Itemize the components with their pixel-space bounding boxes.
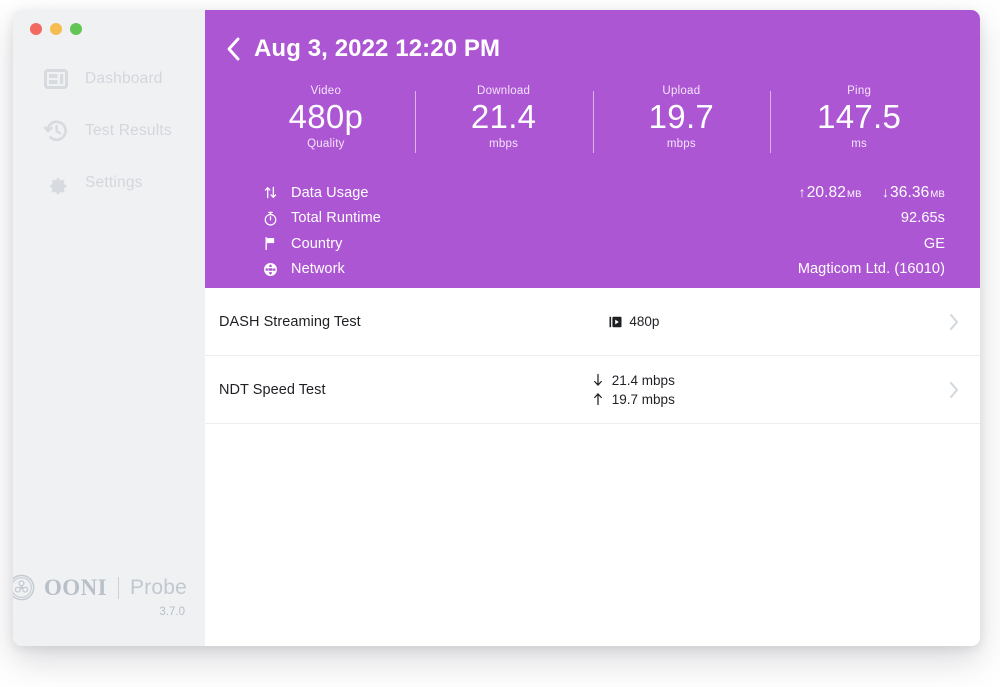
stat-text: 480p xyxy=(629,314,659,329)
detail-label-group: Country xyxy=(263,236,924,252)
metric-value: 19.7 xyxy=(649,98,714,136)
brand-name: OONI xyxy=(44,575,107,601)
stat-text: 21.4 mbps xyxy=(612,373,675,388)
test-name: NDT Speed Test xyxy=(219,382,326,398)
data-usage-upload: ↑ 20.82 MB xyxy=(799,184,862,202)
test-stats: 21.4 mbps 19.7 mbps xyxy=(592,373,712,407)
metric-label: Video xyxy=(311,85,341,97)
brand-lockup: OONI Probe xyxy=(13,574,187,601)
upload-unit: MB xyxy=(847,189,862,200)
maximize-button[interactable] xyxy=(70,23,82,35)
stat-text: 19.7 mbps xyxy=(612,392,675,407)
stat-video-quality: 480p xyxy=(609,314,729,329)
chevron-left-icon[interactable] xyxy=(225,36,242,62)
detail-value-country: GE xyxy=(924,236,945,252)
data-usage-icon xyxy=(263,185,278,200)
metric-unit: Quality xyxy=(307,138,345,150)
ooni-logo-icon xyxy=(13,574,35,601)
test-list: DASH Streaming Test xyxy=(205,288,980,646)
arrow-down-icon xyxy=(592,373,605,387)
metric-unit: ms xyxy=(851,138,867,150)
metric-label: Download xyxy=(477,85,530,97)
metric-download: Download 21.4 mbps xyxy=(415,85,593,158)
measurement-header: Aug 3, 2022 12:20 PM xyxy=(205,10,980,70)
page-title: Aug 3, 2022 12:20 PM xyxy=(254,35,500,63)
detail-label-group: Data Usage xyxy=(263,185,799,201)
globe-icon xyxy=(263,262,278,277)
video-icon xyxy=(609,315,622,329)
close-button[interactable] xyxy=(30,23,42,35)
test-stats-wrap: 21.4 mbps 19.7 mbps xyxy=(326,373,938,407)
sidebar-item-label: Settings xyxy=(85,174,143,192)
arrow-up-icon xyxy=(592,392,605,406)
app-window: Dashboard Test Results xyxy=(13,10,980,646)
test-stats-wrap: 480p xyxy=(361,314,938,329)
window-traffic-lights xyxy=(30,23,82,35)
sidebar-item-dashboard[interactable]: Dashboard xyxy=(13,62,205,96)
measurement-details: Data Usage ↑ 20.82 MB ↓ 36.36 xyxy=(205,158,980,282)
minimize-button[interactable] xyxy=(50,23,62,35)
sidebar-item-settings[interactable]: Settings xyxy=(13,166,205,200)
brand-product: Probe xyxy=(130,576,187,600)
detail-label: Country xyxy=(291,236,342,252)
test-stats: 480p xyxy=(609,314,729,329)
sidebar: Dashboard Test Results xyxy=(13,10,205,646)
stat-upload-speed: 19.7 mbps xyxy=(592,392,712,407)
arrow-down-icon: ↓ xyxy=(882,184,889,200)
detail-label: Data Usage xyxy=(291,185,369,201)
detail-row-data-usage: Data Usage ↑ 20.82 MB ↓ 36.36 xyxy=(263,180,945,206)
data-usage-download: ↓ 36.36 MB xyxy=(882,184,945,202)
detail-label-group: Network xyxy=(263,261,798,277)
detail-row-country: Country GE xyxy=(263,231,945,257)
download-amount: 36.36 xyxy=(890,184,929,202)
dashboard-icon xyxy=(43,66,69,92)
sidebar-item-label: Test Results xyxy=(85,122,172,140)
metrics-row: Video 480p Quality Download 21.4 mbps Up… xyxy=(205,70,980,158)
upload-amount: 20.82 xyxy=(807,184,846,202)
test-name: DASH Streaming Test xyxy=(219,314,361,330)
flag-icon xyxy=(263,236,278,251)
arrow-up-icon: ↑ xyxy=(799,184,806,200)
stopwatch-icon xyxy=(263,211,278,226)
measurement-summary-panel: Aug 3, 2022 12:20 PM Video 480p Quality … xyxy=(205,10,980,288)
detail-label-group: Total Runtime xyxy=(263,210,901,226)
detail-value-data-usage: ↑ 20.82 MB ↓ 36.36 MB xyxy=(799,184,945,202)
metric-video: Video 480p Quality xyxy=(237,85,415,158)
metric-label: Ping xyxy=(847,85,871,97)
metric-unit: mbps xyxy=(489,138,518,150)
metric-value: 480p xyxy=(289,98,364,136)
brand-divider xyxy=(118,577,119,599)
test-row-ndt-speed[interactable]: NDT Speed Test 21.4 mbps xyxy=(205,356,980,424)
metric-value: 21.4 xyxy=(471,98,536,136)
detail-label: Network xyxy=(291,261,345,277)
metric-label: Upload xyxy=(662,85,700,97)
history-icon xyxy=(43,118,69,144)
sidebar-item-label: Dashboard xyxy=(85,70,163,88)
stat-download-speed: 21.4 mbps xyxy=(592,373,712,388)
metric-unit: mbps xyxy=(667,138,696,150)
sidebar-item-test-results[interactable]: Test Results xyxy=(13,114,205,148)
main-content: Aug 3, 2022 12:20 PM Video 480p Quality … xyxy=(205,10,980,646)
test-row-dash-streaming[interactable]: DASH Streaming Test xyxy=(205,288,980,356)
detail-value-network: Magticom Ltd. (16010) xyxy=(798,261,945,277)
gear-icon xyxy=(43,170,69,196)
metric-upload: Upload 19.7 mbps xyxy=(593,85,771,158)
app-version: 3.7.0 xyxy=(159,606,185,618)
chevron-right-icon[interactable] xyxy=(948,312,960,332)
detail-value-total-runtime: 92.65s xyxy=(901,210,945,226)
metric-value: 147.5 xyxy=(817,98,901,136)
brand-footer: OONI Probe 3.7.0 xyxy=(13,574,205,618)
chevron-right-icon[interactable] xyxy=(948,380,960,400)
download-unit: MB xyxy=(930,189,945,200)
app-root: Dashboard Test Results xyxy=(0,0,1000,687)
sidebar-nav: Dashboard Test Results xyxy=(13,62,205,218)
metric-ping: Ping 147.5 ms xyxy=(770,85,948,158)
detail-row-network: Network Magticom Ltd. (16010) xyxy=(263,257,945,283)
detail-label: Total Runtime xyxy=(291,210,381,226)
detail-row-total-runtime: Total Runtime 92.65s xyxy=(263,206,945,232)
